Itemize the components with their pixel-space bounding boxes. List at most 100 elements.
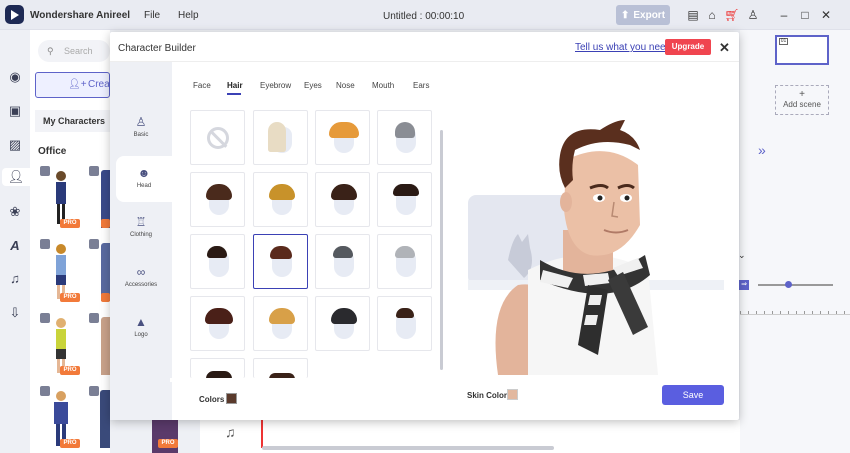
create-character-button[interactable]: 👤︎+ Create: [35, 72, 118, 98]
side-item-basic[interactable]: ♙ Basic: [110, 105, 172, 151]
head-icon: ☻: [137, 166, 151, 180]
import-icon[interactable]: ⇩: [6, 304, 24, 322]
tab-eyes[interactable]: Eyes: [304, 81, 322, 90]
download-icon[interactable]: [40, 386, 50, 396]
feedback-link[interactable]: Tell us what you need: [575, 42, 671, 53]
characters-icon[interactable]: 👤︎: [2, 168, 30, 186]
maximize-icon[interactable]: □: [797, 7, 813, 23]
save-file-icon[interactable]: ▤: [685, 7, 701, 23]
side-item-head[interactable]: ☻ Head: [116, 156, 172, 202]
glasses-icon: ∞: [136, 265, 146, 279]
download-icon[interactable]: [40, 313, 50, 323]
scenes-icon[interactable]: ◉: [6, 68, 24, 86]
hair-option[interactable]: [377, 296, 432, 351]
hair-option[interactable]: [253, 172, 308, 227]
tab-nose[interactable]: Nose: [336, 81, 355, 90]
hair-option[interactable]: [377, 234, 432, 289]
menu-file[interactable]: File: [144, 10, 160, 21]
character-preview: [468, 110, 724, 375]
search-input[interactable]: ⚲ Search: [38, 40, 110, 62]
props-icon[interactable]: ❀: [6, 203, 24, 221]
background-icon[interactable]: ▨: [6, 136, 24, 154]
shapes-icon: ▲: [135, 315, 147, 329]
tab-mouth[interactable]: Mouth: [372, 81, 394, 90]
pro-badge: PRO: [60, 439, 80, 448]
music-track-icon: ♫: [225, 424, 236, 440]
tab-ears[interactable]: Ears: [413, 81, 429, 90]
character-thumbnail[interactable]: [101, 317, 110, 375]
character-thumbnail[interactable]: [152, 420, 178, 453]
side-item-label: Basic: [133, 132, 149, 138]
hair-color-swatch[interactable]: [226, 393, 237, 404]
pro-badge: PRO: [60, 366, 80, 375]
side-item-logo[interactable]: ▲ Logo: [110, 305, 172, 351]
pro-badge: [101, 219, 110, 228]
hair-option[interactable]: [377, 110, 432, 165]
hair-option[interactable]: [190, 172, 245, 227]
dialog-title: Character Builder: [118, 43, 196, 54]
home-icon[interactable]: ⌂: [704, 7, 720, 23]
tab-hair[interactable]: Hair: [227, 81, 243, 90]
hair-option[interactable]: [253, 358, 308, 378]
close-icon[interactable]: ✕: [719, 40, 730, 56]
account-icon[interactable]: ♙: [745, 7, 761, 23]
zoom-slider-handle[interactable]: [785, 281, 792, 288]
skin-color-swatch[interactable]: [507, 389, 518, 400]
close-window-icon[interactable]: ✕: [818, 7, 834, 23]
arrow-right-icon[interactable]: ⇒: [739, 280, 749, 290]
download-icon[interactable]: [40, 239, 50, 249]
chevron-down-icon[interactable]: ⌄: [738, 250, 746, 261]
hair-option[interactable]: [315, 110, 370, 165]
shirt-icon: ♖: [135, 215, 147, 229]
app-name: Wondershare Anireel: [30, 10, 131, 21]
text-icon[interactable]: A: [6, 237, 24, 255]
expand-chevron-icon[interactable]: »: [758, 142, 766, 158]
add-scene-button[interactable]: + Add scene: [775, 85, 829, 115]
hair-option-selected[interactable]: [253, 234, 308, 289]
timeline-ruler: [740, 297, 850, 315]
export-button[interactable]: ⬆ Export: [616, 5, 670, 25]
download-icon[interactable]: [40, 166, 50, 176]
download-icon[interactable]: [89, 166, 99, 176]
active-tab-indicator: [227, 93, 241, 95]
side-item-accessories[interactable]: ∞ Accessories: [110, 255, 172, 301]
hair-option[interactable]: [253, 296, 308, 351]
character-thumbnail[interactable]: [100, 390, 110, 448]
zoom-slider[interactable]: [758, 284, 833, 286]
side-item-clothing[interactable]: ♖ Clothing: [110, 205, 172, 251]
app-logo: [5, 5, 24, 24]
menu-help[interactable]: Help: [178, 10, 199, 21]
hair-option-none[interactable]: [190, 110, 245, 165]
download-icon[interactable]: [89, 239, 99, 249]
upload-icon: ⬆: [620, 9, 630, 21]
hair-grid-scrollbar[interactable]: [440, 130, 443, 370]
hair-option[interactable]: [315, 296, 370, 351]
hair-option[interactable]: [190, 234, 245, 289]
playhead[interactable]: [261, 420, 263, 448]
tab-face[interactable]: Face: [193, 81, 211, 90]
scene-thumbnail[interactable]: 01: [775, 35, 829, 65]
cart-icon[interactable]: 🛒︎: [724, 7, 740, 23]
hair-option[interactable]: [377, 172, 432, 227]
my-characters-tab[interactable]: My Characters: [35, 110, 110, 132]
side-item-label: Logo: [134, 332, 148, 338]
hair-option[interactable]: [190, 358, 245, 378]
music-icon[interactable]: ♫: [6, 270, 24, 288]
category-label: Office: [38, 146, 67, 157]
templates-icon[interactable]: ▣: [6, 102, 24, 120]
upgrade-button[interactable]: Upgrade: [665, 39, 711, 55]
minimize-icon[interactable]: –: [776, 7, 792, 23]
skin-color-label: Skin Color: [467, 391, 508, 400]
tab-eyebrow[interactable]: Eyebrow: [260, 81, 291, 90]
hair-option[interactable]: [315, 234, 370, 289]
export-label: Export: [633, 9, 666, 21]
hair-option[interactable]: [190, 296, 245, 351]
download-icon[interactable]: [89, 386, 99, 396]
download-icon[interactable]: [89, 313, 99, 323]
hair-option[interactable]: [315, 172, 370, 227]
timeline-scrollbar[interactable]: [262, 446, 554, 450]
hair-option[interactable]: [253, 110, 308, 165]
side-item-label: Accessories: [124, 282, 158, 288]
side-item-label: Clothing: [129, 232, 152, 238]
save-button[interactable]: Save: [662, 385, 724, 405]
